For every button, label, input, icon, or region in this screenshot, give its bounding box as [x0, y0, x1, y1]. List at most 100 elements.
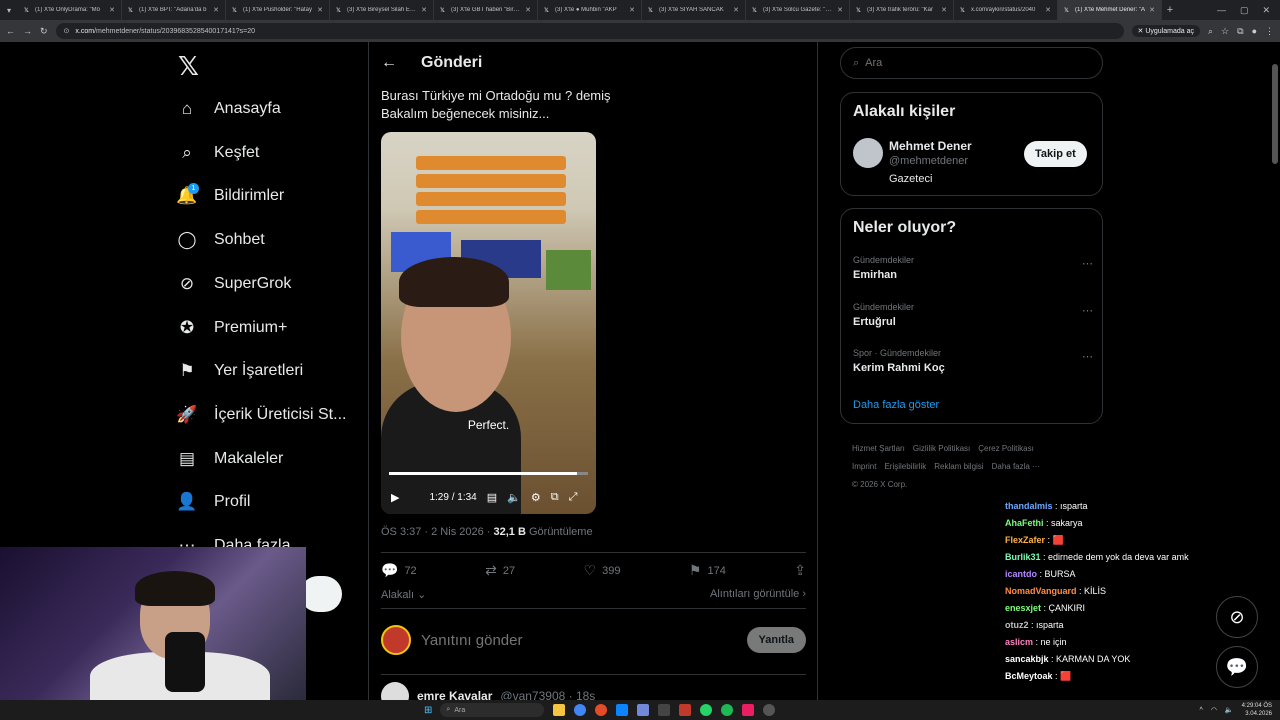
whatsapp-icon[interactable]	[700, 704, 713, 716]
x-logo-icon[interactable]: 𝕏	[178, 52, 199, 82]
profile-avatar-icon[interactable]: ●	[1252, 26, 1257, 36]
nav-item-rocket[interactable]: 🚀 İçerik Üreticisi St...	[176, 397, 346, 433]
fullscreen-icon[interactable]: ⤢	[569, 491, 578, 504]
chat-username[interactable]: thandalmis	[1005, 501, 1053, 511]
open-in-app-button[interactable]: ✕ Uygulamada aç	[1131, 25, 1200, 37]
reply-button[interactable]: 💬 72	[381, 562, 417, 579]
footer-link[interactable]: Gizlilik Politikası	[913, 444, 970, 453]
footer-link[interactable]: Imprint	[852, 462, 876, 471]
forward-icon[interactable]: →	[23, 26, 32, 36]
browser-tab[interactable]: 𝕏 (3) X'te ● Muhbin "AKP ✕	[538, 0, 642, 20]
tab-close-icon[interactable]: ✕	[941, 6, 947, 14]
reply-post[interactable]: emre Kavalar @van73908 · 18s	[381, 682, 806, 700]
trend-item[interactable]: Spor · Gündemdekiler Kerim Rahmi Koç ⋯	[853, 348, 1093, 374]
messages-icon[interactable]: 💬	[1216, 646, 1258, 688]
tab-close-icon[interactable]: ✕	[733, 6, 739, 14]
app-icon[interactable]	[616, 704, 629, 716]
like-button[interactable]: ♡ 399	[584, 562, 621, 579]
more-options-icon[interactable]: ⋯	[1082, 350, 1093, 363]
chat-username[interactable]: AhaFethi	[1005, 518, 1044, 528]
nav-item-profile[interactable]: 👤 Profil	[176, 484, 250, 520]
volume-icon[interactable]: 🔈	[507, 491, 521, 504]
clock[interactable]: 4:29:04 ÖS 3.04.2026	[1242, 702, 1272, 718]
taskbar-search[interactable]: ⌕ Ara	[440, 703, 545, 717]
minimize-icon[interactable]: —	[1217, 5, 1226, 16]
back-arrow-icon[interactable]: ←	[381, 54, 397, 72]
pip-icon[interactable]: ⧉	[551, 491, 559, 504]
trend-item[interactable]: Gündemdekiler Ertuğrul ⋯	[853, 302, 1093, 328]
nav-item-bookmark[interactable]: ⚑ Yer İşaretleri	[176, 353, 303, 389]
captions-icon[interactable]: ▤	[487, 491, 497, 504]
tab-search-button[interactable]: ▾	[0, 0, 18, 20]
tab-close-icon[interactable]: ✕	[1149, 6, 1155, 14]
chat-username[interactable]: NomadVanguard	[1005, 586, 1077, 596]
view-quotes-link[interactable]: Alıntıları görüntüle ›	[710, 588, 806, 601]
video-progress-bar[interactable]	[389, 472, 588, 475]
tab-close-icon[interactable]: ✕	[213, 6, 219, 14]
reply-input[interactable]	[421, 631, 737, 649]
more-options-icon[interactable]: ⋯	[1082, 304, 1093, 317]
footer-link[interactable]: Reklam bilgisi	[934, 462, 983, 471]
app-icon[interactable]	[763, 704, 776, 716]
browser-tab[interactable]: 𝕏 (1) X'te OnlyDrama: "Mö ✕	[18, 0, 122, 20]
reload-icon[interactable]: ↻	[40, 26, 48, 37]
extensions-icon[interactable]: ⧉	[1237, 26, 1243, 37]
chat-username[interactable]: icantdo	[1005, 569, 1037, 579]
chat-username[interactable]: BcMeytoak	[1005, 671, 1053, 681]
chat-username[interactable]: aslicm	[1005, 637, 1033, 647]
nav-item-home[interactable]: ⌂ Anasayfa	[176, 91, 281, 127]
chevron-up-icon[interactable]: ^	[1200, 707, 1203, 714]
footer-link[interactable]: Hizmet Şartları	[852, 444, 905, 453]
tab-close-icon[interactable]: ✕	[421, 6, 427, 14]
nav-item-search[interactable]: ⌕ Keşfet	[176, 135, 259, 171]
share-button[interactable]: ⇪	[794, 562, 806, 579]
footer-link[interactable]: Çerez Politikası	[978, 444, 1034, 453]
tab-close-icon[interactable]: ✕	[837, 6, 843, 14]
browser-tab[interactable]: 𝕏 (1) X'te BPT: "Adana'da b ✕	[122, 0, 226, 20]
browser-tab[interactable]: 𝕏 (1) X'te Pusholder: "Hatay ✕	[226, 0, 330, 20]
maximize-icon[interactable]: ▢	[1240, 5, 1249, 16]
site-info-icon[interactable]: ⊙	[64, 27, 70, 35]
discord-icon[interactable]	[637, 704, 650, 716]
app-icon[interactable]	[679, 704, 692, 716]
show-more-link[interactable]: Daha fazla göster	[853, 399, 939, 411]
sort-relevant-button[interactable]: Alakalı ⌄	[381, 588, 426, 601]
new-tab-button[interactable]: +	[1162, 4, 1178, 16]
nav-item-grok[interactable]: ⊘ SuperGrok	[176, 266, 292, 302]
bookmark-button[interactable]: ⚑ 174	[689, 562, 726, 579]
post-time[interactable]: ÖS 3:37 · 2 Nis 2026 ·	[381, 526, 494, 538]
url-field[interactable]: ⊙ x.com/mehmetdener/status/2039683528540…	[55, 23, 1124, 39]
chat-username[interactable]: enesxjet	[1005, 603, 1041, 613]
post-button[interactable]	[300, 576, 342, 612]
nav-item-article[interactable]: ▤ Makaleler	[176, 441, 283, 477]
search-input[interactable]	[865, 57, 1008, 69]
reply-author-name[interactable]: emre Kavalar	[417, 689, 492, 700]
tab-close-icon[interactable]: ✕	[317, 6, 323, 14]
browser-tab[interactable]: 𝕏 (3) X'te SİYAH SANCAK ✕	[642, 0, 746, 20]
windows-start-icon[interactable]: ⊞	[424, 705, 432, 716]
repost-button[interactable]: ⇄ 27	[485, 562, 515, 579]
grok-icon[interactable]: ⊘	[1216, 596, 1258, 638]
browser-tab[interactable]: 𝕏 (3) X'te Solcu Gazete: "Ge ✕	[746, 0, 850, 20]
scrollbar[interactable]	[1272, 64, 1278, 164]
chat-username[interactable]: FlexZafer	[1005, 535, 1045, 545]
tab-close-icon[interactable]: ✕	[525, 6, 531, 14]
browser-tab[interactable]: 𝕏 (3) X'te Bireysel Silah Edin ✕	[330, 0, 434, 20]
person-name[interactable]: Mehmet Dener	[889, 139, 972, 153]
app-icon[interactable]	[595, 704, 608, 716]
zoom-icon[interactable]: ⌕	[1208, 26, 1213, 37]
footer-link[interactable]: Daha fazla ···	[992, 462, 1040, 471]
chat-username[interactable]: otuz2	[1005, 620, 1029, 630]
star-icon[interactable]: ☆	[1221, 26, 1229, 37]
settings-icon[interactable]: ⚙	[531, 491, 541, 504]
video-player[interactable]: Perfect. ▶ 1:29 / 1:34 ▤ 🔈 ⚙ ⧉ ⤢	[381, 132, 596, 514]
tab-close-icon[interactable]: ✕	[1045, 6, 1051, 14]
play-icon[interactable]: ▶	[391, 491, 399, 504]
app-icon[interactable]	[658, 704, 671, 716]
chat-username[interactable]: Burlik31	[1005, 552, 1041, 562]
file-explorer-icon[interactable]	[553, 704, 566, 716]
footer-link[interactable]: Erişilebilirlik	[884, 462, 926, 471]
tab-close-icon[interactable]: ✕	[629, 6, 635, 14]
trend-item[interactable]: Gündemdekiler Emirhan ⋯	[853, 255, 1093, 281]
volume-icon[interactable]: 🔈	[1225, 706, 1234, 714]
